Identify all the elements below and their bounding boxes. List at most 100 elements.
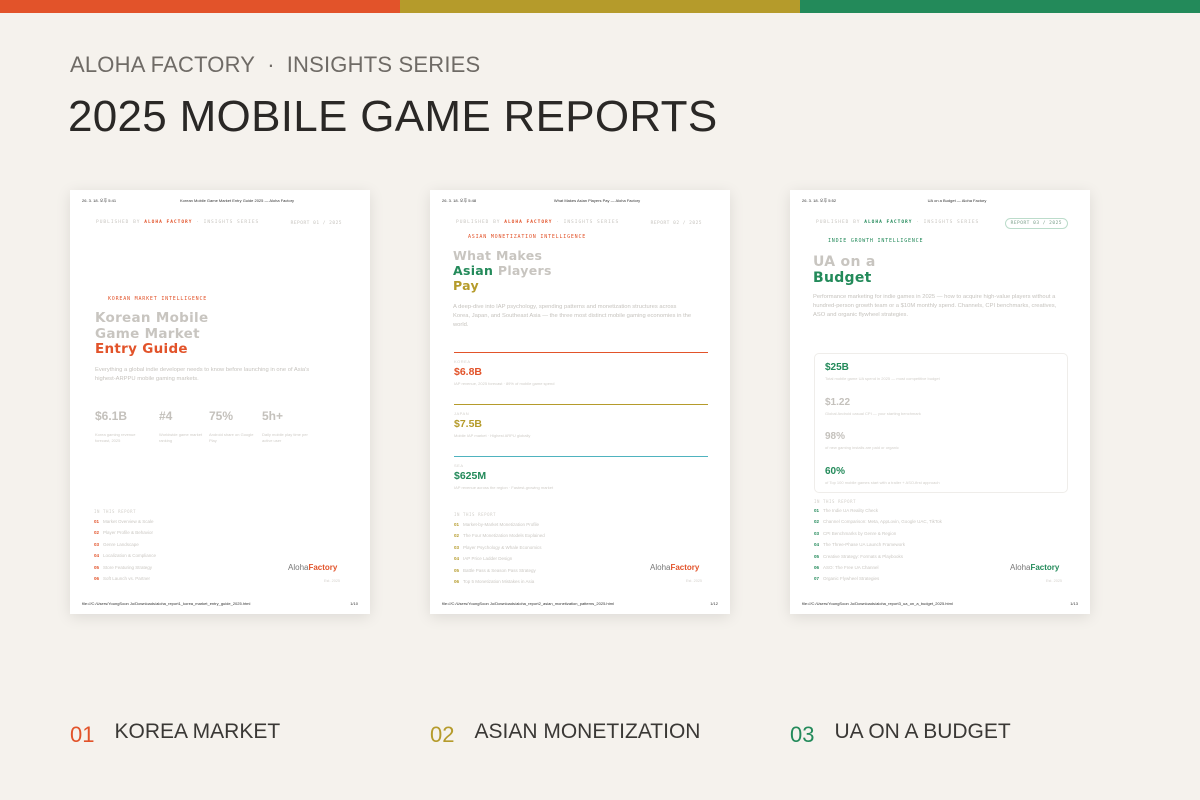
budget-stat: $25B Total mobile game UA spend in 2025 … [825, 362, 940, 381]
report-tag: ASIAN MONETIZATION INTELLIGENCE [468, 234, 587, 240]
top-color-bar [0, 0, 1200, 13]
published-prefix: PUBLISHED BY [816, 220, 861, 225]
table-of-contents: 01 Market-by-Market Monetization Profile … [454, 522, 545, 590]
stat-value: $6.1B [95, 409, 128, 423]
stat-item: #4 Worldwide game market ranking [159, 409, 205, 444]
report-label-korea[interactable]: 01 KOREA MARKET [70, 718, 281, 747]
page-number: 1/10 [350, 601, 358, 606]
toc-item[interactable]: 02 Channel Comparison: Meta, AppLovin, Go… [814, 519, 942, 530]
toc-item[interactable]: 04 Localization & Compliance [94, 553, 156, 564]
print-footer: file:///C:/Users/YoungSoon Jo/Downloads/… [802, 601, 1078, 606]
report-label-ua-budget[interactable]: 03 UA ON A BUDGET [790, 718, 1011, 747]
stat-value: 5h+ [262, 409, 284, 423]
file-path: file:///C:/Users/YoungSoon Jo/Downloads/… [802, 601, 953, 606]
toc-item[interactable]: 01 Market Overview & Scale [94, 519, 156, 530]
toc-title: IN THIS REPORT [454, 512, 497, 517]
toc-item[interactable]: 02 The Four Monetization Models Explained [454, 533, 545, 544]
report-name: UA ON A BUDGET [834, 720, 1011, 743]
toc-item[interactable]: 06 ASO: The Free UA Channel [814, 565, 942, 576]
toc-item[interactable]: 01 The Indie UA Reality Check [814, 508, 942, 519]
report-heading: Korean Mobile Game Market Entry Guide [95, 310, 209, 358]
published-brand: ALOHA FACTORY [144, 220, 193, 225]
print-header: 26. 3. 18. 오후 5:48 What Makes Asian Play… [442, 198, 718, 204]
report-index: 03 [790, 722, 815, 747]
color-bar-green [800, 0, 1200, 13]
print-title: What Makes Asian Players Pay — Aloha Fac… [553, 198, 641, 203]
aloha-factory-logo: AlohaFactory [1010, 563, 1060, 572]
toc-item[interactable]: 04 IAP Price Ladder Design [454, 556, 545, 567]
report-description: Everything a global indie developer need… [95, 367, 310, 382]
heading-line-3: Entry Guide [95, 341, 188, 357]
heading-line-1: Korean Mobile [95, 310, 209, 326]
page-number: 1/13 [1070, 601, 1078, 606]
budget-stat: 60% of Top 100 mobile games start with a… [825, 465, 940, 485]
stat-desc: Worldwide game market ranking [159, 432, 203, 443]
toc-item[interactable]: 03 Player Psychology & Whale Economics [454, 545, 545, 556]
toc-item[interactable]: 05 Battle Pass & Season Pass Strategy [454, 568, 545, 579]
toc-item[interactable]: 05 Store Featuring Strategy [94, 565, 156, 576]
toc-item[interactable]: 03 CPI Benchmarks by Genre & Region [814, 531, 942, 542]
aloha-factory-logo: AlohaFactory [288, 563, 338, 572]
report-index: 02 [430, 722, 455, 747]
heading-line-2: Game Market [95, 325, 200, 342]
heading-line-3: Pay [453, 278, 479, 293]
print-title: UA on a Budget — Aloha Factory [927, 198, 987, 203]
report-name: ASIAN MONETIZATION [474, 720, 701, 743]
report-description: A deep-dive into IAP psychology, spendin… [453, 304, 692, 328]
color-bar-orange [0, 0, 400, 13]
page-number: 1/12 [710, 601, 718, 606]
toc-item[interactable]: 03 Genre Landscape [94, 542, 156, 553]
stat-value: 75% [209, 409, 234, 423]
report-card-asian-monetization[interactable]: 26. 3. 18. 오후 5:48 What Makes Asian Play… [430, 190, 730, 614]
published-prefix: PUBLISHED BY [456, 220, 501, 225]
page-title: 2025 MOBILE GAME REPORTS [68, 92, 718, 141]
table-of-contents: 01 The Indie UA Reality Check 02 Channel C… [814, 508, 942, 588]
toc-item[interactable]: 01 Market-by-Market Monetization Profile [454, 522, 545, 533]
stat-desc: Daily mobile play time per active user [262, 432, 308, 443]
market-stat-korea: KOREA $6.8B IAP revenue, 2025 forecast ·… [454, 352, 708, 387]
toc-title: IN THIS REPORT [814, 499, 857, 504]
published-suffix: · INSIGHTS SERIES [916, 220, 980, 225]
toc-item[interactable]: 02 Player Profile & Behavior [94, 530, 156, 541]
stat-item: 75% Android share on Google Play [209, 409, 255, 444]
heading-line-1: UA on a [813, 254, 876, 270]
report-description: Performance marketing for indie games in… [813, 294, 1057, 318]
published-suffix: · INSIGHTS SERIES [196, 220, 260, 225]
toc-item[interactable]: 04 The Three-Phase UA Launch Framework [814, 542, 942, 553]
published-line: PUBLISHED BY ALOHA FACTORY · INSIGHTS SE… [96, 220, 259, 225]
report-name: KOREA MARKET [114, 720, 281, 743]
published-line: PUBLISHED BY ALOHA FACTORY · INSIGHTS SE… [816, 220, 979, 225]
published-line: PUBLISHED BY ALOHA FACTORY · INSIGHTS SE… [456, 220, 619, 225]
market-stat-japan: JAPAN $7.5B Mobile IAP market · Highest … [454, 404, 708, 439]
brand-name: ALOHA FACTORY [70, 52, 256, 77]
report-tag: KOREAN MARKET INTELLIGENCE [108, 296, 208, 302]
print-date: 26. 3. 18. 오후 5:41 [82, 198, 117, 203]
print-footer: file:///C:/Users/YoungSoon Jo/Downloads/… [82, 601, 358, 606]
heading-line-1: What Makes [453, 248, 543, 263]
published-brand: ALOHA FACTORY [504, 220, 553, 225]
toc-item[interactable]: 07 Organic Flywheel Strategies [814, 576, 942, 587]
heading-line-2: Asian Players [453, 263, 552, 278]
budget-stats-box: $25B Total mobile game UA spend in 2025 … [814, 353, 1068, 493]
aloha-factory-logo: AlohaFactory [650, 563, 700, 572]
toc-item[interactable]: 05 Creative Strategy: Formats & Playbooks [814, 554, 942, 565]
stat-desc: Korea gaming revenue forecast, 2025 [95, 432, 136, 443]
budget-stat: 98% of new gaming installs are paid or o… [825, 431, 899, 450]
report-index: 01 [70, 722, 95, 747]
report-number: REPORT 01 / 2025 [290, 221, 342, 226]
logo-year: Est. 2025 [324, 579, 341, 583]
toc-item[interactable]: 06 Top 5 Monetization Mistakes in Asia [454, 579, 545, 590]
eyebrow-separator: · [267, 52, 275, 77]
report-card-korea[interactable]: 26. 3. 18. 오후 5:41 Korean Mobile Game Ma… [70, 190, 370, 614]
stat-item: 5h+ Daily mobile play time per active us… [262, 409, 308, 444]
published-brand: ALOHA FACTORY [864, 220, 913, 225]
stat-item: $6.1B Korea gaming revenue forecast, 202… [95, 409, 141, 444]
published-suffix: · INSIGHTS SERIES [556, 220, 620, 225]
published-prefix: PUBLISHED BY [96, 220, 141, 225]
print-header: 26. 3. 18. 오후 5:41 Korean Mobile Game Ma… [82, 198, 358, 204]
toc-title: IN THIS REPORT [94, 509, 137, 514]
toc-item[interactable]: 06 Soft Launch vs. Partner [94, 576, 156, 587]
stat-desc: Android share on Google Play [209, 432, 254, 443]
report-label-asian-monetization[interactable]: 02 ASIAN MONETIZATION [430, 718, 701, 747]
report-card-ua-budget[interactable]: 26. 3. 18. 오후 5:52 UA on a Budget — Aloh… [790, 190, 1090, 614]
